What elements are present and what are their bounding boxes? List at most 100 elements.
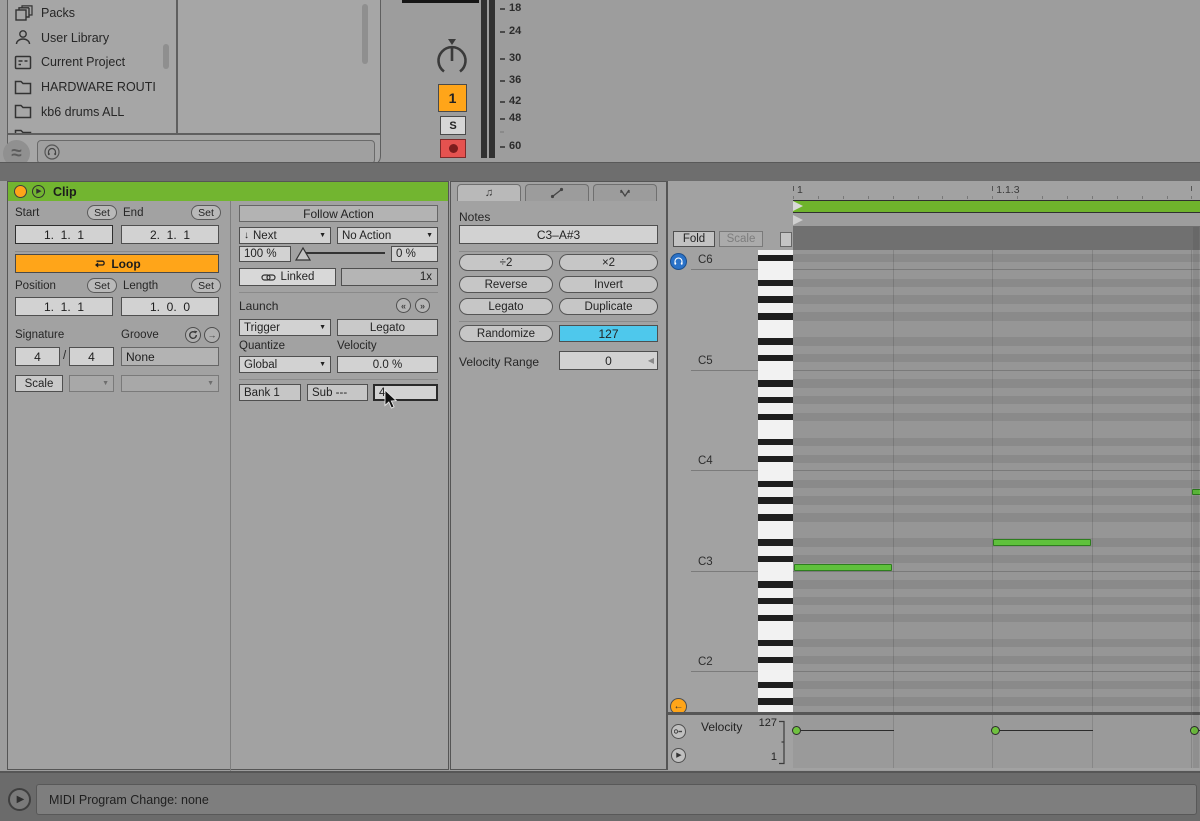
next-clip-button[interactable]: » xyxy=(415,298,430,313)
invert-button[interactable]: Invert xyxy=(559,276,658,293)
follow-chance-slider[interactable] xyxy=(295,246,387,262)
browser-list-scrollbar[interactable] xyxy=(163,44,169,69)
black-key[interactable] xyxy=(758,313,793,319)
quantize-dropdown[interactable]: Global ▼ xyxy=(239,356,331,373)
double-time-button[interactable]: ×2 xyxy=(559,254,658,271)
black-key[interactable] xyxy=(758,456,793,462)
black-key[interactable] xyxy=(758,397,793,403)
linked-button[interactable]: Linked xyxy=(239,268,336,286)
follow-action-header[interactable]: Follow Action xyxy=(239,205,438,222)
groove-hotswap-button[interactable] xyxy=(185,327,201,343)
browser-item[interactable]: Packs xyxy=(8,1,181,26)
solo-button[interactable]: S xyxy=(440,116,466,135)
legato-button[interactable]: Legato xyxy=(337,319,438,336)
note-range-field[interactable]: C3–A#3 xyxy=(459,225,658,244)
groove-commit-button[interactable]: → xyxy=(204,327,220,343)
black-key[interactable] xyxy=(758,615,793,621)
grid-scrollbar[interactable] xyxy=(1193,227,1199,768)
tab-notes[interactable]: ♫ xyxy=(457,184,521,201)
velocity-lane-toggle-button[interactable]: ▶ xyxy=(671,748,686,763)
clip-color-dot[interactable] xyxy=(14,185,27,198)
duplicate-button[interactable]: Duplicate xyxy=(559,298,658,315)
black-key[interactable] xyxy=(758,539,793,545)
clip-start-marker[interactable] xyxy=(793,215,803,225)
black-key[interactable] xyxy=(758,514,793,520)
follow-multiplier-field[interactable]: 1x xyxy=(341,268,438,286)
black-key[interactable] xyxy=(758,640,793,646)
tab-expression[interactable] xyxy=(593,184,657,201)
velocity-lens-button[interactable] xyxy=(671,724,686,739)
position-set-button[interactable]: Set xyxy=(87,278,117,293)
black-key[interactable] xyxy=(758,481,793,487)
black-key[interactable] xyxy=(758,497,793,503)
pan-knob[interactable] xyxy=(432,36,472,78)
velocity-range-field[interactable]: 0 ◀ xyxy=(559,351,658,370)
clip-launch-button[interactable]: ▶ xyxy=(32,185,45,198)
black-key[interactable] xyxy=(758,581,793,587)
signature-denominator-field[interactable]: 4 xyxy=(69,347,114,366)
start-set-button[interactable]: Set xyxy=(87,205,117,220)
groove-chooser[interactable]: None xyxy=(121,347,219,366)
velocity-marker-stem[interactable] xyxy=(1000,730,1093,732)
browser-content-scrollbar[interactable] xyxy=(362,4,368,64)
preview-headphones-button[interactable] xyxy=(670,253,687,270)
clip-position-field[interactable]: 1. 1. 1 xyxy=(15,297,113,316)
randomize-value-field[interactable]: 127 xyxy=(559,325,658,342)
velocity-lane[interactable] xyxy=(793,715,1200,768)
follow-action-a-dropdown[interactable]: ↓ Next ▼ xyxy=(239,227,331,244)
browser-item[interactable]: Current Project xyxy=(8,50,181,75)
loop-brace[interactable] xyxy=(793,200,1200,214)
program-field[interactable]: 4 xyxy=(373,384,438,401)
length-set-button[interactable]: Set xyxy=(191,278,221,293)
black-key[interactable] xyxy=(758,556,793,562)
scale-name-dropdown[interactable]: ▼ xyxy=(121,375,219,392)
scale-fold-button[interactable]: Scale xyxy=(719,231,763,247)
velocity-marker[interactable] xyxy=(792,726,801,735)
end-set-button[interactable]: Set xyxy=(191,205,221,220)
black-key[interactable] xyxy=(758,296,793,302)
note-grid[interactable] xyxy=(793,250,1200,713)
black-key[interactable] xyxy=(758,657,793,663)
reverse-button[interactable]: Reverse xyxy=(459,276,553,293)
start-marker-lane[interactable] xyxy=(793,213,1200,227)
beat-ruler[interactable]: 11.1.3 xyxy=(793,183,1200,199)
arm-record-button[interactable] xyxy=(440,139,466,158)
status-message-field[interactable]: MIDI Program Change: none xyxy=(36,784,1197,815)
loop-button[interactable]: Loop xyxy=(15,254,219,273)
midi-note[interactable] xyxy=(993,539,1091,546)
velocity-amount-field[interactable]: 0.0 % xyxy=(337,356,438,373)
clip-end-field[interactable]: 2. 1. 1 xyxy=(121,225,219,244)
velocity-marker-stem[interactable] xyxy=(801,730,894,732)
track-activator-button[interactable]: 1 xyxy=(438,84,467,112)
prev-clip-button[interactable]: « xyxy=(396,298,411,313)
black-key[interactable] xyxy=(758,682,793,688)
black-key[interactable] xyxy=(758,414,793,420)
black-key[interactable] xyxy=(758,380,793,386)
browser-item[interactable] xyxy=(8,124,181,133)
browser-item[interactable]: HARDWARE ROUTI xyxy=(8,75,181,100)
randomize-button[interactable]: Randomize xyxy=(459,325,553,342)
follow-chance-b-field[interactable]: 0 % xyxy=(391,246,438,262)
fold-button[interactable]: Fold xyxy=(673,231,715,247)
black-key[interactable] xyxy=(758,255,793,261)
browser-preview-bar[interactable] xyxy=(37,140,375,164)
black-key[interactable] xyxy=(758,338,793,344)
follow-chance-a-field[interactable]: 100 % xyxy=(239,246,291,262)
scale-root-dropdown[interactable]: ▼ xyxy=(69,375,114,392)
clip-start-field[interactable]: 1. 1. 1 xyxy=(15,225,113,244)
clip-length-field[interactable]: 1. 0. 0 xyxy=(121,297,219,316)
legato-notes-button[interactable]: Legato xyxy=(459,298,553,315)
piano-keyboard[interactable] xyxy=(758,250,793,713)
black-key[interactable] xyxy=(758,598,793,604)
black-key[interactable] xyxy=(758,698,793,704)
tab-envelopes[interactable] xyxy=(525,184,589,201)
browser-item[interactable]: User Library xyxy=(8,26,181,51)
velocity-marker[interactable] xyxy=(991,726,1000,735)
halve-time-button[interactable]: ÷2 xyxy=(459,254,553,271)
signature-numerator-field[interactable]: 4 xyxy=(15,347,60,366)
loop-start-marker[interactable] xyxy=(793,201,803,211)
status-play-button[interactable]: ▶ xyxy=(8,788,31,811)
follow-action-b-dropdown[interactable]: No Action ▼ xyxy=(337,227,438,244)
midi-note[interactable] xyxy=(794,564,892,571)
black-key[interactable] xyxy=(758,355,793,361)
